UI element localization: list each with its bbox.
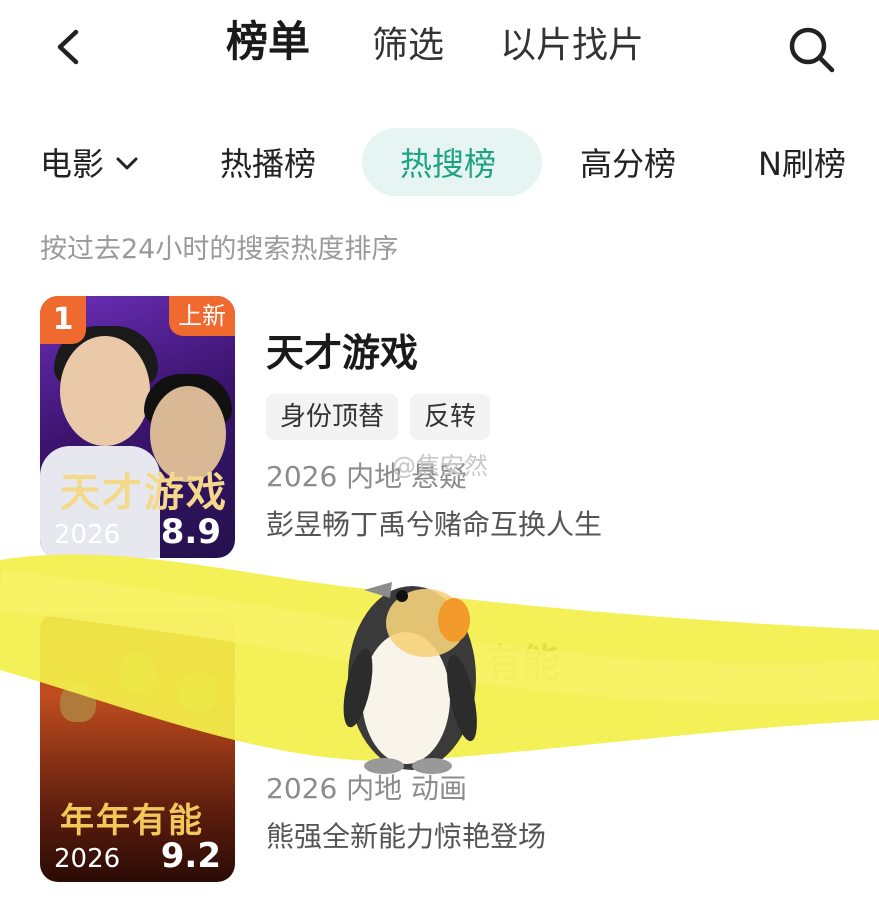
back-icon[interactable]	[44, 22, 94, 72]
tab-find-by-film[interactable]: 以片找片	[500, 22, 644, 70]
category-tabs: 电影 热播榜 热搜榜 高分榜 N刷榜	[0, 128, 879, 200]
poster-title-art: 年年有能	[60, 801, 204, 841]
tab-hot-play[interactable]: 热播榜	[220, 142, 316, 186]
search-icon[interactable]	[784, 22, 840, 78]
penguin-sticker	[343, 582, 477, 774]
rank-badge: 1	[40, 296, 86, 344]
ranking-description: 按过去24小时的搜索热度排序	[40, 234, 399, 265]
top-bar: 榜单 筛选 以片找片	[0, 0, 879, 95]
poster-figure	[60, 336, 150, 446]
tab-high-score[interactable]: 高分榜	[580, 142, 676, 186]
poster-score: 8.9	[160, 512, 221, 552]
tab-filter[interactable]: 筛选	[372, 22, 444, 70]
chevron-down-icon	[116, 157, 138, 170]
tab-n-rewatch[interactable]: N刷榜	[758, 142, 846, 186]
new-badge: 上新	[169, 296, 235, 336]
type-dropdown-label: 电影	[40, 145, 105, 183]
poster-year: 2026	[54, 520, 121, 550]
watermark: @焦安然	[392, 452, 488, 480]
item-intro: 熊强全新能力惊艳登场	[266, 820, 547, 853]
poster-item-2[interactable]: 年年有能 2026 9.2	[40, 612, 235, 882]
tab-hot-search[interactable]: 热搜榜	[400, 142, 496, 186]
tab-ranking[interactable]: 榜单	[226, 18, 310, 66]
tag[interactable]: 身份顶替	[266, 394, 399, 440]
poster-bear	[120, 652, 156, 692]
poster-score: 9.2	[160, 836, 221, 876]
poster-bear	[180, 672, 216, 712]
poster-item-1[interactable]: 天才游戏 1 上新 2026 8.9	[40, 296, 235, 558]
type-dropdown[interactable]: 电影	[40, 142, 140, 186]
tag[interactable]: 反转	[410, 394, 491, 440]
item-intro: 彭昱畅丁禹兮赌命互换人生	[266, 508, 603, 541]
poster-title-art: 天才游戏	[60, 469, 228, 516]
tag-list: 身份顶替 反转	[266, 394, 491, 440]
item-title[interactable]: 天才游戏	[266, 328, 418, 378]
item-title[interactable]: 有能	[484, 638, 560, 688]
poster-bear	[60, 682, 96, 722]
poster-year: 2026	[54, 844, 121, 874]
